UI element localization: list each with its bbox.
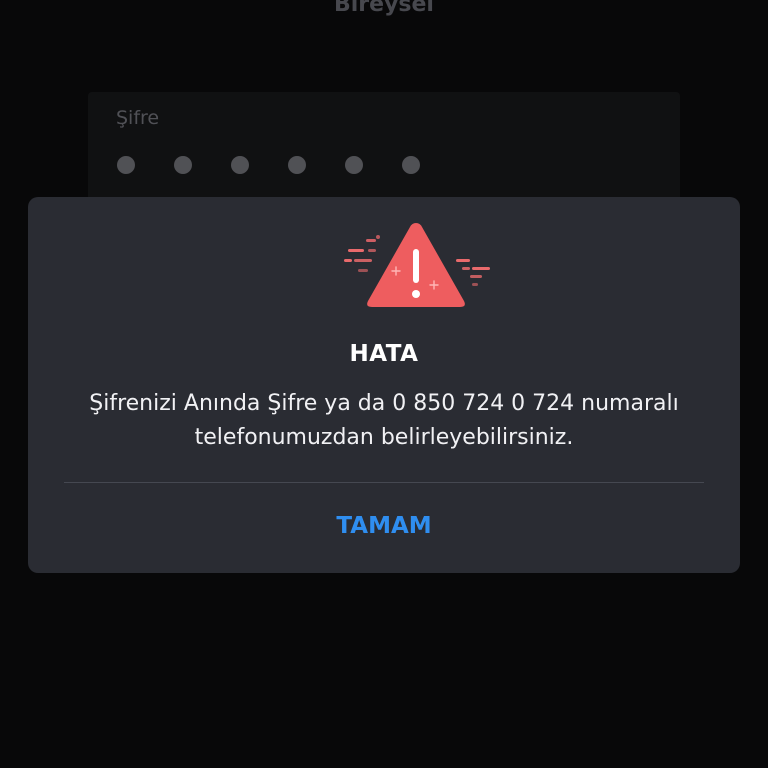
- ok-button[interactable]: TAMAM: [28, 483, 740, 569]
- dialog-title: HATA: [349, 341, 419, 367]
- warning-triangle-icon: [344, 223, 490, 307]
- dialog-message: Şifrenizi Anında Şifre ya da 0 850 724 0…: [48, 387, 720, 455]
- screen: Bireysel Şifre HATA Şifrenizi Anında Şif…: [0, 0, 768, 768]
- error-dialog: HATA Şifrenizi Anında Şifre ya da 0 850 …: [28, 197, 740, 573]
- dialog-message-line: Şifrenizi Anında Şifre ya da 0 850 724 0…: [89, 391, 679, 416]
- dialog-message-line: telefonumuzdan belirleyebilirsiniz.: [194, 425, 574, 450]
